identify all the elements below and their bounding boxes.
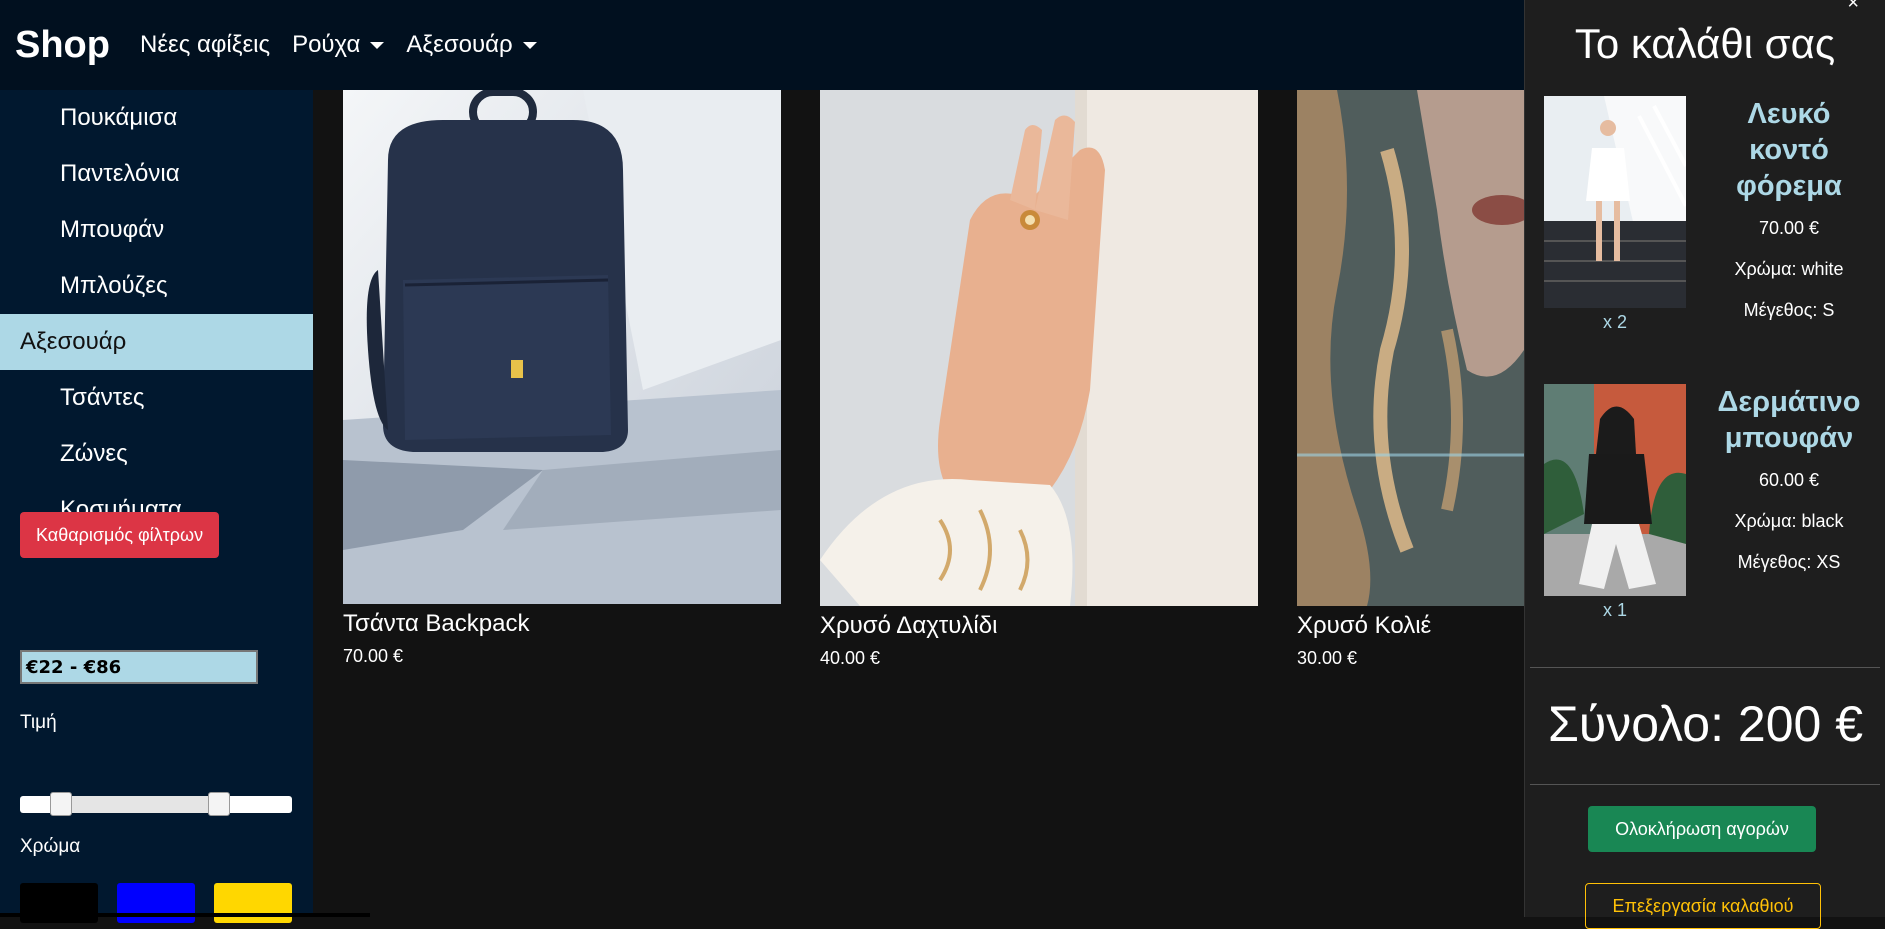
sidebar-item-shirts[interactable]: Πουκάμισα	[0, 90, 313, 146]
price-slider-max-handle[interactable]	[207, 792, 230, 816]
product-name[interactable]: Χρυσό Κολιέ	[1297, 612, 1524, 640]
cart-item-quantity: x 1	[1602, 600, 1627, 620]
sidebar-item-label: Πουκάμισα	[60, 104, 178, 131]
price-slider-min-handle[interactable]	[50, 792, 72, 816]
close-icon[interactable]: ×	[1847, 0, 1859, 15]
color-swatch-yellow[interactable]	[214, 883, 292, 923]
sidebar-item-bags[interactable]: Τσάντες	[0, 370, 313, 426]
price-range-field[interactable]: €22 - €86	[20, 650, 258, 684]
horizontal-scrollbar[interactable]	[0, 913, 370, 917]
sidebar-item-accessories[interactable]: Αξεσουάρ	[0, 314, 313, 370]
nav-clothes-dropdown[interactable]: Ρούχα	[292, 31, 385, 59]
cart-item-size: Μέγεθος: XS	[1737, 552, 1841, 572]
brand-logo[interactable]: Shop	[15, 24, 110, 67]
chevron-down-icon	[522, 41, 537, 49]
cart-item-info: Δερμάτινο μπουφάν 60.00 € Χρώμα: black Μ…	[1704, 384, 1874, 573]
cart-item-image[interactable]	[1544, 384, 1686, 596]
sidebar-item-label: Τσάντες	[60, 384, 145, 411]
cart-item-price: 70.00 €	[1758, 218, 1820, 238]
cart-item-quantity: x 2	[1602, 312, 1627, 332]
product-card[interactable]: Χρυσό Κολιέ 30.00 €	[1297, 90, 1524, 669]
sidebar-item-blouses[interactable]: Μπλούζες	[0, 258, 313, 314]
divider	[1530, 667, 1880, 668]
product-price: 70.00 €	[343, 646, 404, 666]
product-image-ring[interactable]	[820, 90, 1258, 606]
product-price: 40.00 €	[820, 648, 881, 668]
product-name[interactable]: Χρυσό Δαχτυλίδι	[820, 612, 1258, 640]
cart-item-info: Λευκό κοντό φόρεμα 70.00 € Χρώμα: white …	[1704, 96, 1874, 321]
edit-cart-button[interactable]: Επεξεργασία καλαθιού	[1585, 883, 1821, 929]
nav-clothes-label: Ρούχα	[292, 31, 361, 58]
sidebar-item-jackets[interactable]: Μπουφάν	[0, 202, 313, 258]
sidebar-item-label: Παντελόνια	[60, 160, 180, 187]
checkout-button[interactable]: Ολοκλήρωση αγορών	[1588, 806, 1816, 852]
product-card[interactable]: Τσάντα Backpack 70.00 €	[343, 90, 781, 667]
sidebar-item-label: Μπλούζες	[60, 272, 168, 299]
cart-item-name[interactable]: Λευκό κοντό φόρεμα	[1704, 96, 1874, 204]
nav-new-arrivals-label: Νέες αφίξεις	[139, 31, 271, 58]
cart-item-image[interactable]	[1544, 96, 1686, 308]
top-navbar: Shop Νέες αφίξεις Ρούχα Αξεσουάρ	[0, 0, 1524, 90]
sidebar-item-belts[interactable]: Ζώνες	[0, 426, 313, 482]
cart-title: Το καλάθι σας	[1574, 20, 1836, 67]
divider	[1530, 784, 1880, 785]
category-sidebar: Πουκάμισα Παντελόνια Μπουφάν Μπλούζες Αξ…	[0, 90, 313, 917]
nav-accessories-dropdown[interactable]: Αξεσουάρ	[406, 31, 537, 59]
cart-item-price: 60.00 €	[1758, 470, 1820, 490]
cart-item-name[interactable]: Δερμάτινο μπουφάν	[1704, 384, 1874, 456]
price-filter-label: Τιμή	[20, 712, 57, 733]
cart-item-size: Μέγεθος: S	[1743, 300, 1835, 320]
cart-item-color: Χρώμα: black	[1734, 511, 1844, 531]
color-swatch-black[interactable]	[20, 883, 98, 923]
clear-filters-button[interactable]: Καθαρισμός φίλτρων	[20, 512, 220, 558]
sidebar-item-label: Ζώνες	[60, 440, 128, 467]
cart-total: Σύνολο: 200 €	[1547, 696, 1864, 752]
product-card[interactable]: Χρυσό Δαχτυλίδι 40.00 €	[820, 90, 1258, 669]
sidebar-item-label: Αξεσουάρ	[20, 328, 127, 355]
cart-panel: × Το καλάθι σας x 2 Λευκό κοντό φόρεμα 7…	[1524, 0, 1885, 929]
cart-item-color: Χρώμα: white	[1734, 259, 1844, 279]
nav-new-arrivals[interactable]: Νέες αφίξεις	[140, 31, 270, 59]
color-filter-label: Χρώμα	[20, 836, 81, 857]
sidebar-item-trousers[interactable]: Παντελόνια	[0, 146, 313, 202]
color-swatch-blue[interactable]	[117, 883, 195, 923]
product-name[interactable]: Τσάντα Backpack	[343, 610, 781, 638]
nav-accessories-label: Αξεσουάρ	[406, 31, 513, 58]
price-slider-range	[61, 796, 219, 813]
product-image-necklace[interactable]	[1297, 90, 1524, 606]
chevron-down-icon	[370, 41, 385, 49]
sidebar-item-label: Μπουφάν	[60, 216, 165, 243]
product-image-backpack[interactable]	[343, 90, 781, 604]
product-price: 30.00 €	[1297, 648, 1358, 668]
